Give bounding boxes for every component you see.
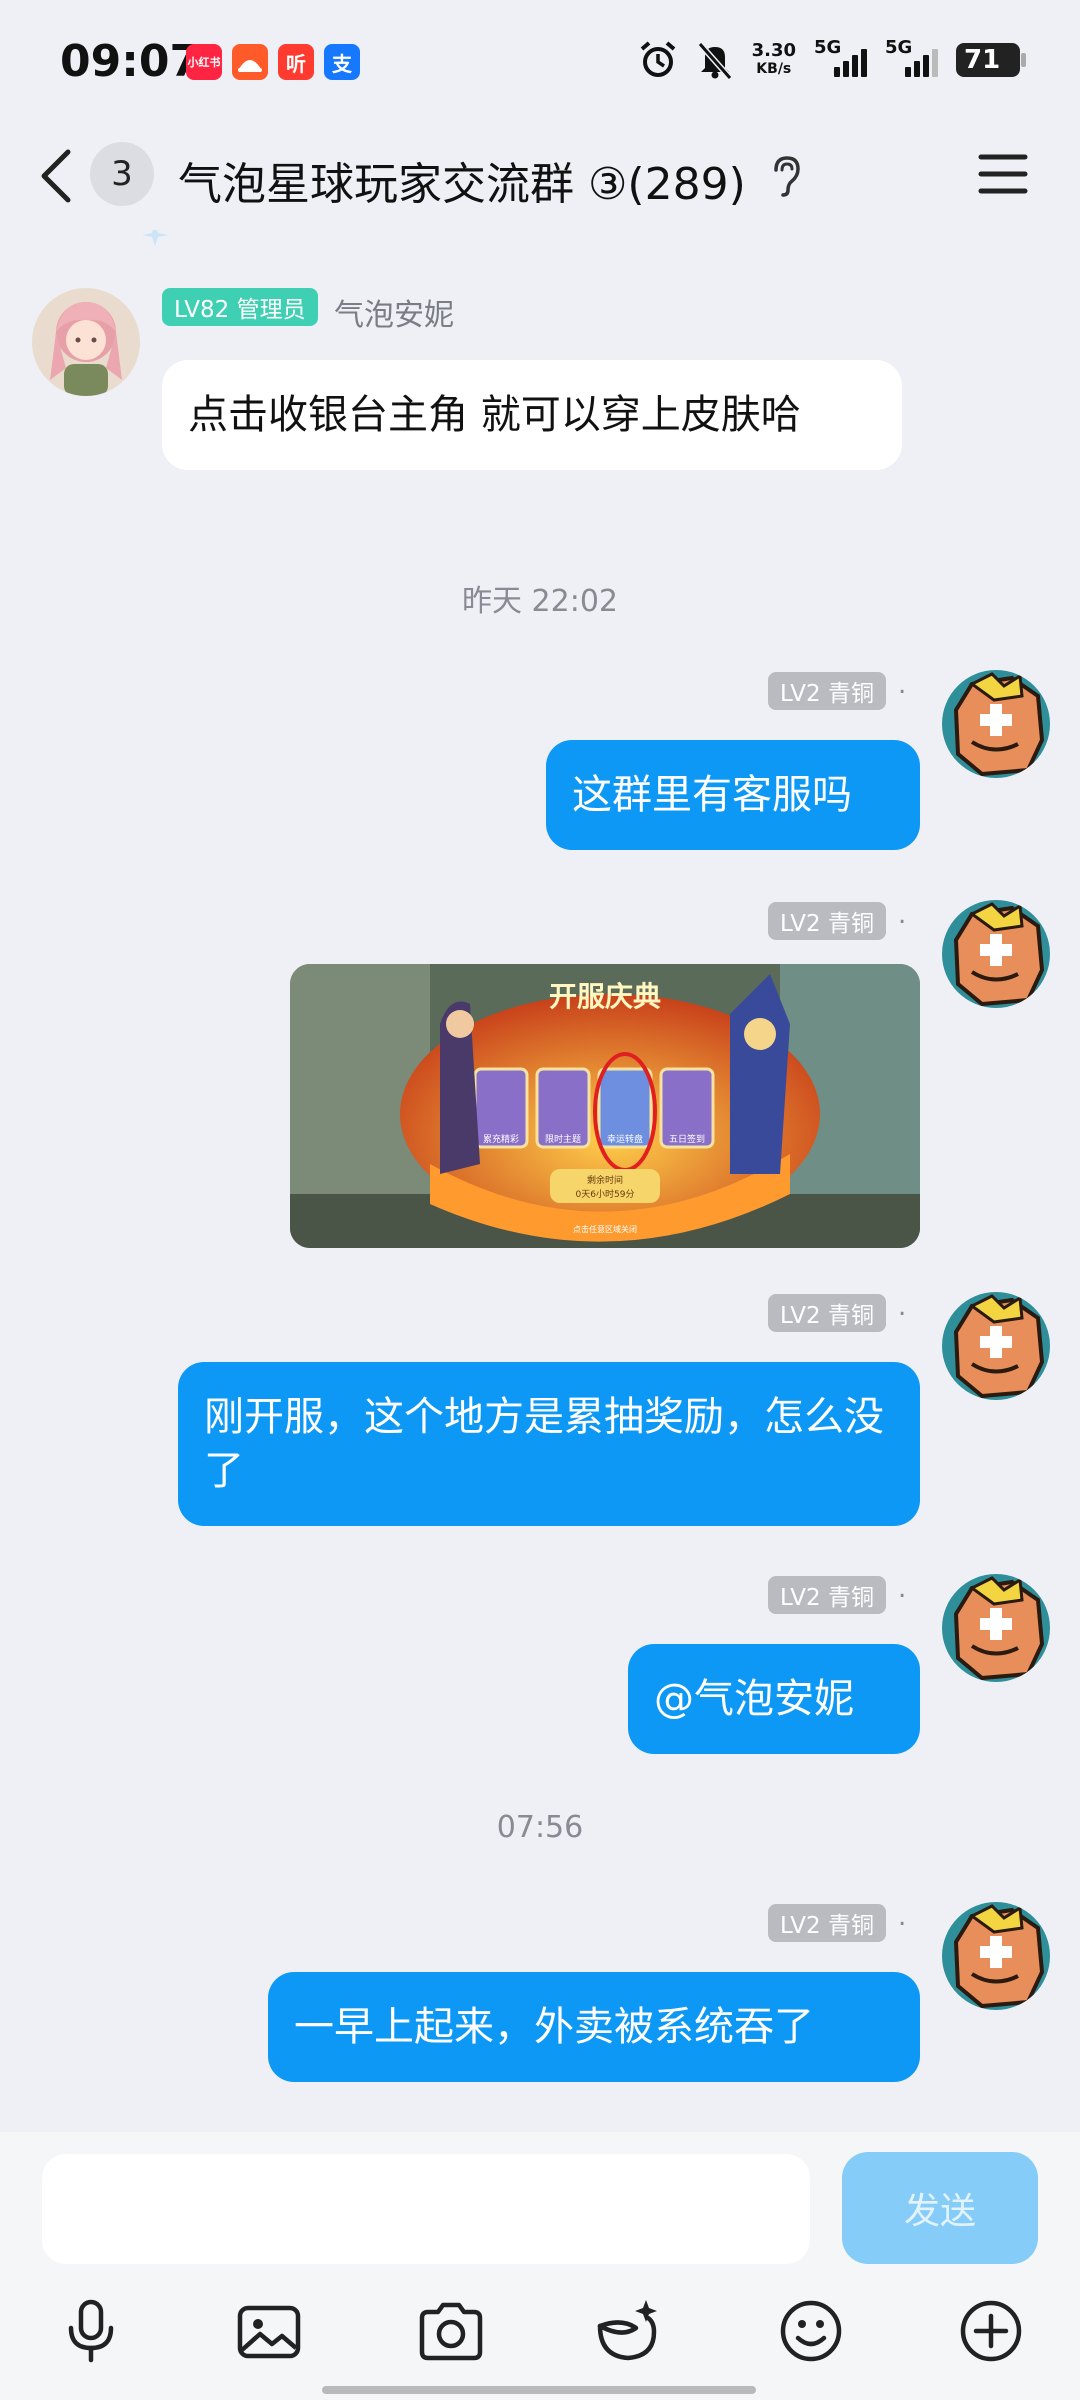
magic-face-icon[interactable] — [592, 2296, 662, 2366]
status-time: 09:07 — [60, 36, 201, 87]
image-card-label: 五日签到 — [669, 1133, 705, 1145]
menu-icon[interactable] — [978, 152, 1028, 196]
pixel-face-avatar-icon — [942, 1902, 1050, 2010]
image-card-label: 幸运转盘 — [607, 1133, 643, 1145]
battery-level: 71 — [964, 45, 1001, 75]
avatar[interactable] — [942, 1292, 1050, 1400]
message-bubble[interactable]: 点击收银台主角 就可以穿上皮肤哈 — [162, 360, 902, 470]
sender-name: . — [898, 670, 907, 700]
message-list[interactable]: LV82 管理员 气泡安妮 点击收银台主角 就可以穿上皮肤哈 昨天 22:02 … — [0, 230, 1080, 2132]
send-button[interactable]: 发送 — [842, 2152, 1038, 2264]
status-indicators: 3.30 KB/s 5G 5G 71 — [638, 37, 1026, 80]
back-arrow-icon[interactable] — [36, 148, 76, 204]
message-input[interactable] — [42, 2154, 810, 2264]
timestamp: 07:56 — [496, 1810, 584, 1845]
avatar[interactable] — [942, 670, 1050, 778]
notification-app-icons: 小红书 听 支 — [186, 44, 360, 80]
sender-name: . — [898, 900, 907, 930]
ear-icon[interactable] — [768, 154, 804, 198]
emoji-icon[interactable] — [776, 2296, 846, 2366]
sim2-label: 5G — [885, 37, 913, 58]
image-footer-text: 点击任意区域关闭 — [573, 1224, 637, 1234]
camera-icon[interactable] — [416, 2296, 486, 2366]
avatar[interactable] — [942, 1574, 1050, 1682]
member-level-badge: LV2 青铜 — [768, 672, 886, 710]
network-speed: 3.30 KB/s — [752, 42, 796, 78]
sim1-label: 5G — [814, 37, 842, 58]
home-indicator[interactable] — [322, 2386, 756, 2394]
alarm-icon — [640, 41, 675, 77]
anime-girl-avatar-icon — [32, 288, 140, 396]
member-level-badge: LV2 青铜 — [768, 902, 886, 940]
avatar[interactable] — [942, 900, 1050, 1008]
avatar[interactable] — [32, 288, 140, 396]
alipay-icon: 支 — [324, 44, 360, 80]
xiaohongshu-icon: 小红书 — [186, 44, 222, 80]
image-card-label: 累充精彩 — [483, 1133, 519, 1145]
input-area: 发送 — [0, 2132, 1080, 2400]
signal-sim2: 5G — [885, 37, 938, 77]
image-message[interactable]: 开服庆典 累充精彩 限时主题 幸运转盘 五日签到 剩余时间 0天6小时59分 点… — [290, 964, 920, 1248]
sender-name: . — [898, 1292, 907, 1322]
network-speed-unit: KB/s — [756, 61, 792, 77]
chat-header: 3 气泡星球玩家交流群 ③(289) — [0, 120, 1080, 230]
pixel-face-avatar-icon — [942, 1574, 1050, 1682]
admin-level-badge: LV82 管理员 — [162, 288, 318, 326]
mute-icon — [697, 42, 732, 80]
image-remain-label: 剩余时间 — [587, 1174, 623, 1186]
message-bubble[interactable]: @气泡安妮 — [628, 1644, 920, 1754]
unread-count-badge[interactable]: 3 — [90, 142, 154, 206]
image-picker-icon[interactable] — [234, 2296, 304, 2366]
sender-name: . — [898, 1902, 907, 1932]
group-title[interactable]: 气泡星球玩家交流群 ③(289) — [178, 148, 746, 212]
sender-name: . — [898, 1574, 907, 1604]
pixel-face-avatar-icon — [942, 1292, 1050, 1400]
pixel-face-avatar-icon — [942, 900, 1050, 1008]
signal-sim1: 5G — [814, 37, 867, 77]
sparkle-icon — [142, 230, 168, 246]
member-level-badge: LV2 青铜 — [768, 1294, 886, 1332]
sender-name[interactable]: 气泡安妮 — [334, 290, 454, 334]
message-bubble[interactable]: 刚开服，这个地方是累抽奖励，怎么没了 — [178, 1362, 920, 1526]
battery-icon: 71 — [956, 43, 1026, 77]
image-remain-value: 0天6小时59分 — [576, 1188, 635, 1200]
add-more-icon[interactable] — [956, 2296, 1026, 2366]
network-speed-value: 3.30 — [751, 40, 796, 61]
member-level-badge: LV2 青铜 — [768, 1576, 886, 1614]
member-level-badge: LV2 青铜 — [768, 1904, 886, 1942]
game-screenshot-image: 开服庆典 累充精彩 限时主题 幸运转盘 五日签到 剩余时间 0天6小时59分 点… — [290, 964, 920, 1248]
status-bar: 09:07 小红书 听 支 3.30 KB/s 5G 5G 71 — [0, 0, 1080, 120]
pixel-face-avatar-icon — [942, 670, 1050, 778]
avatar[interactable] — [942, 1902, 1050, 2010]
timestamp: 昨天 22:02 — [462, 584, 618, 619]
microphone-icon[interactable] — [56, 2296, 126, 2366]
listen-app-icon: 听 — [278, 44, 314, 80]
image-title-text: 开服庆典 — [549, 980, 661, 1013]
image-card-label: 限时主题 — [545, 1133, 581, 1145]
app-notification-icon — [232, 44, 268, 80]
message-bubble[interactable]: 这群里有客服吗 — [546, 740, 920, 850]
message-bubble[interactable]: 一早上起来，外卖被系统吞了 — [268, 1972, 920, 2082]
